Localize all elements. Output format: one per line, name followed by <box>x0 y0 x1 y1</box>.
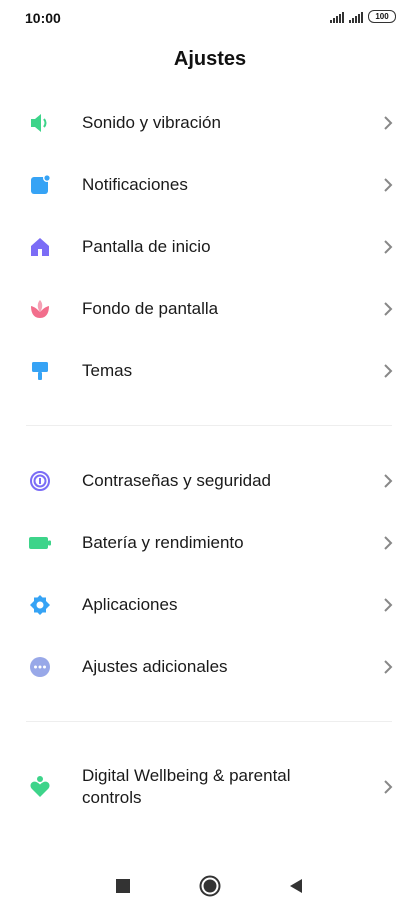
settings-item-label: Fondo de pantalla <box>82 299 219 318</box>
gear-icon <box>28 593 52 617</box>
chevron-right-icon <box>384 116 393 130</box>
chevron-right-icon <box>384 598 393 612</box>
home-icon <box>28 235 52 259</box>
brush-icon <box>28 359 52 383</box>
settings-item-label: Ajustes adicionales <box>82 657 228 676</box>
settings-item-passwords-security[interactable]: Contraseñas y seguridad <box>0 452 420 510</box>
battery-icon <box>28 531 52 555</box>
settings-item-home-screen[interactable]: Pantalla de inicio <box>0 218 420 276</box>
speaker-icon <box>28 111 52 135</box>
settings-item-label: Aplicaciones <box>82 595 178 614</box>
settings-item-label: Digital Wellbeing & parental controls <box>82 766 291 807</box>
more-icon <box>28 655 52 679</box>
settings-item-digital-wellbeing[interactable]: Digital Wellbeing & parental controls <box>0 758 420 816</box>
status-icons: 100 <box>330 10 396 23</box>
chevron-right-icon <box>384 780 393 794</box>
settings-item-themes[interactable]: Temas <box>0 342 420 400</box>
page-title: Ajustes <box>173 48 247 70</box>
back-icon[interactable] <box>284 874 308 898</box>
settings-item-label: Contraseñas y seguridad <box>82 471 272 490</box>
chevron-right-icon <box>384 302 393 316</box>
status-bar: 10:00 100 <box>0 0 420 36</box>
settings-item-additional[interactable]: Ajustes adicionales <box>0 638 420 696</box>
settings-item-label: Notificaciones <box>82 175 188 194</box>
fingerprint-icon <box>28 469 52 493</box>
settings-item-sound[interactable]: Sonido y vibración <box>0 94 420 152</box>
home-button-icon[interactable] <box>198 874 222 898</box>
settings-item-apps[interactable]: Aplicaciones <box>0 576 420 634</box>
settings-item-label: Temas <box>82 361 133 380</box>
chevron-right-icon <box>384 660 393 674</box>
chevron-right-icon <box>384 178 393 192</box>
settings-item-label: Pantalla de inicio <box>82 237 211 256</box>
navigation-bar <box>0 860 420 910</box>
chevron-right-icon <box>384 240 393 254</box>
notification-icon <box>28 173 52 197</box>
settings-item-label: Sonido y vibración <box>82 113 221 132</box>
signal-icon <box>330 12 344 23</box>
wellbeing-icon <box>28 775 52 799</box>
flower-icon <box>28 297 52 321</box>
settings-item-battery[interactable]: Batería y rendimiento <box>0 514 420 572</box>
section-divider <box>26 425 392 426</box>
chevron-right-icon <box>384 536 393 550</box>
chevron-right-icon <box>384 474 393 488</box>
chevron-right-icon <box>384 364 393 378</box>
section-divider <box>26 721 392 722</box>
signal-icon <box>349 12 363 23</box>
status-time: 10:00 <box>25 10 61 26</box>
settings-item-label: Batería y rendimiento <box>82 533 244 552</box>
settings-item-wallpaper[interactable]: Fondo de pantalla <box>0 280 420 338</box>
recents-icon[interactable] <box>111 874 135 898</box>
battery-status-icon: 100 <box>368 10 396 23</box>
settings-item-notifications[interactable]: Notificaciones <box>0 156 420 214</box>
